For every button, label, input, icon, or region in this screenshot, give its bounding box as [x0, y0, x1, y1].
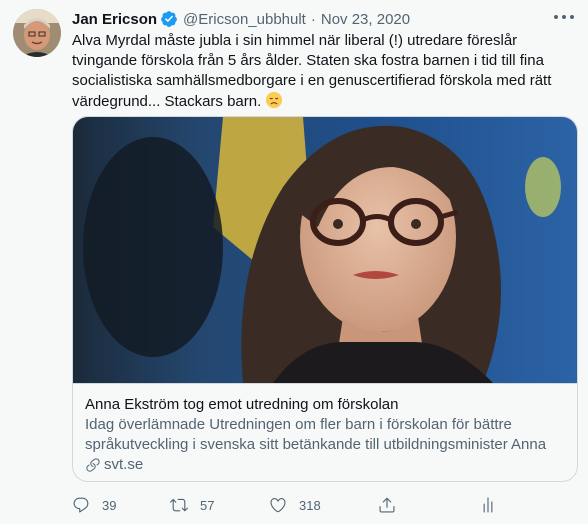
- disappointed-face-emoji-icon: [265, 91, 283, 115]
- author-photo: [13, 9, 61, 57]
- analytics-icon: [483, 497, 493, 513]
- card-domain-text[interactable]: svt.se: [104, 455, 143, 475]
- analytics-button[interactable]: [479, 494, 509, 516]
- retweet-icon: [170, 498, 188, 512]
- like-button[interactable]: 318: [269, 494, 321, 516]
- author-handle[interactable]: @Ericson_ubbhult: [183, 11, 306, 28]
- share-button[interactable]: [378, 494, 408, 516]
- tweet-date[interactable]: Nov 23, 2020: [321, 11, 410, 28]
- card-title[interactable]: Anna Ekström tog emot utredning om försk…: [85, 395, 565, 415]
- more-options-icon[interactable]: [554, 12, 574, 22]
- author-name[interactable]: Jan Ericson: [72, 11, 157, 28]
- reply-icon: [73, 497, 89, 513]
- card-image[interactable]: [73, 117, 577, 383]
- tweet-actions: 39 57 318: [72, 494, 572, 516]
- heart-icon: [270, 498, 286, 513]
- link-icon: [86, 458, 100, 472]
- separator-dot: ·: [310, 10, 316, 28]
- retweet-count: 57: [200, 497, 215, 513]
- card-domain[interactable]: svt.se: [85, 455, 565, 475]
- tweet[interactable]: Jan Ericson @Ericson_ubbhult · Nov 23, 2…: [0, 0, 588, 524]
- tweet-body: Alva Myrdal måste jubla i sin himmel när…: [72, 32, 552, 110]
- link-preview-card[interactable]: Anna Ekström tog emot utredning om försk…: [72, 116, 578, 482]
- tweet-header: Jan Ericson @Ericson_ubbhult · Nov 23, 2…: [72, 9, 410, 29]
- card-description: Idag överlämnade Utredningen om fler bar…: [85, 416, 547, 453]
- reply-button[interactable]: 39: [72, 494, 116, 516]
- retweet-button[interactable]: 57: [170, 494, 214, 516]
- card-body[interactable]: Anna Ekström tog emot utredning om försk…: [73, 383, 577, 481]
- share-icon: [379, 497, 395, 513]
- card-photo: [73, 117, 577, 383]
- like-count: 318: [299, 497, 321, 513]
- avatar[interactable]: [13, 9, 61, 57]
- tweet-text: Alva Myrdal måste jubla i sin himmel när…: [72, 31, 578, 115]
- verified-badge-icon: [160, 10, 178, 28]
- reply-count: 39: [102, 497, 117, 513]
